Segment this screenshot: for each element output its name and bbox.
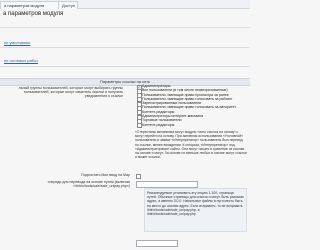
recommendation-note: Рекомендуемое установить эту опцию 1-100… [144,188,247,232]
divider [0,66,250,67]
bottom-input[interactable] [136,240,178,247]
info-text: «Стереотипы механизма могут модуль точно… [135,130,247,160]
guest-works-link[interactable]: по гостевых работ [4,58,38,63]
max-map-label: Подсчитать Max ввод на Map [81,173,130,177]
path-label: очередь для перевода на основе путем (вк… [47,180,130,189]
path-input[interactable] [136,181,198,188]
tab-bar: а параметров модуля Доступ [0,0,250,9]
tab-access[interactable]: Доступ [58,1,78,9]
groups-description: льный группы пользователей, которые могу… [18,86,123,99]
user-groups-list: Администраторы Все пользователи (в том ч… [137,84,247,129]
defaults-link[interactable]: по умолчанию [4,40,30,45]
checkbox[interactable] [137,123,142,129]
divider [0,27,250,28]
page-title: а параметров модуля [3,11,64,17]
tab-module-settings[interactable]: а параметров модуля [0,1,63,9]
group-option[interactable]: Контент-редакторы [137,123,247,129]
divider [0,47,250,48]
max-map-checkbox[interactable] [136,173,141,179]
